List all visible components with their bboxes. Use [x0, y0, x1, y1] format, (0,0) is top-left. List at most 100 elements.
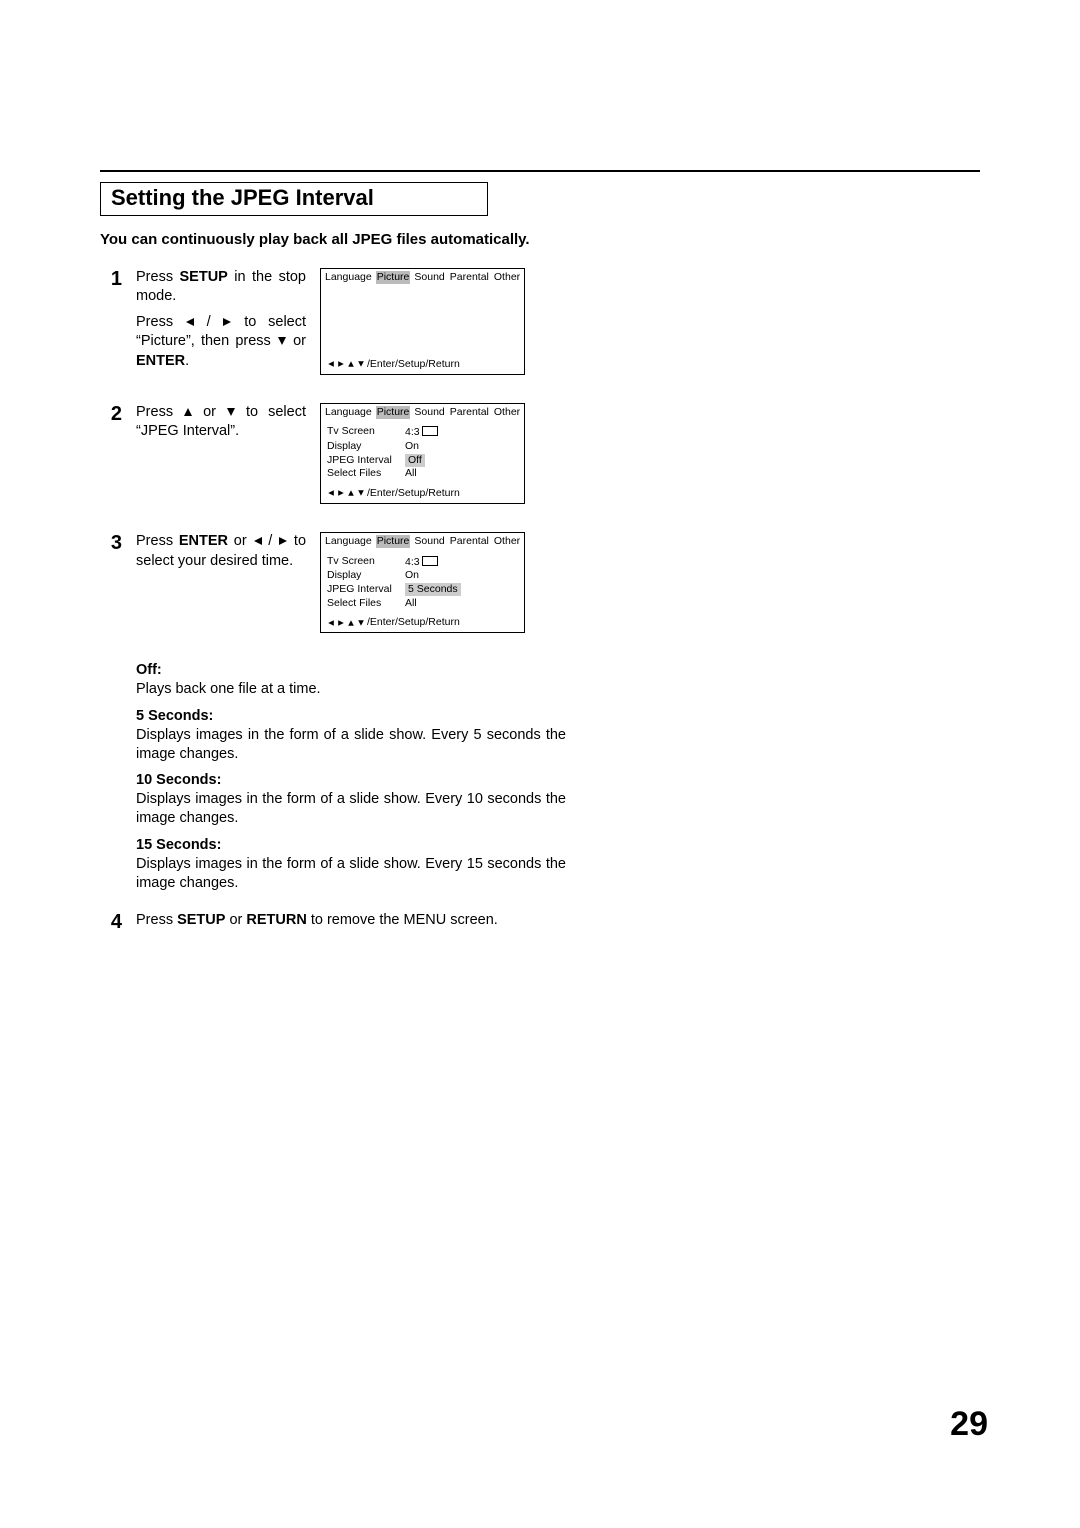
- aspect-box-icon: [422, 426, 438, 436]
- osd-label: Tv Screen: [327, 555, 397, 569]
- button-label-enter: ENTER: [136, 353, 185, 369]
- text: Press: [136, 912, 177, 928]
- tab-parental: Parental: [449, 271, 490, 284]
- text: or: [225, 912, 246, 928]
- arrow-right-icon: [223, 318, 231, 326]
- option-15s-body: Displays images in the form of a slide s…: [136, 855, 566, 893]
- osd-value: All: [405, 597, 417, 610]
- section-title-box: Setting the JPEG Interval: [100, 182, 488, 216]
- osd-body: [321, 286, 524, 356]
- osd-footer: /Enter/Setup/Return: [321, 614, 524, 632]
- tab-other: Other: [493, 271, 521, 284]
- tab-picture: Picture: [376, 406, 411, 419]
- arrow-up-icon: [348, 620, 354, 626]
- interval-options: Off: Plays back one file at a time. 5 Se…: [136, 661, 566, 892]
- arrow-left-icon: [328, 491, 334, 497]
- intro-text: You can continuously play back all JPEG …: [100, 230, 580, 250]
- osd-label: JPEG Interval: [327, 583, 397, 596]
- text: Press: [136, 533, 179, 549]
- osd-footer: /Enter/Setup/Return: [321, 356, 524, 374]
- osd-value-selected: Off: [405, 454, 425, 467]
- option-10s-title: 10 Seconds:: [136, 771, 566, 790]
- arrow-up-icon: [348, 361, 354, 367]
- step-body: Press SETUP or RETURN to remove the MENU…: [136, 911, 580, 931]
- osd-screen-3: Language Picture Sound Parental Other Tv…: [320, 532, 525, 633]
- tab-sound: Sound: [413, 271, 445, 284]
- step-body: Press SETUP in the stop mode. Press / to…: [136, 268, 306, 372]
- osd-row: Display On: [327, 440, 518, 453]
- arrow-right-icon: [338, 491, 344, 497]
- step-number: 4: [100, 911, 122, 934]
- osd-value: 4:3: [405, 555, 438, 569]
- text: or: [228, 533, 252, 549]
- osd-row: Tv Screen 4:3: [327, 555, 518, 569]
- tab-language: Language: [324, 406, 373, 419]
- step-number: 3: [100, 532, 122, 555]
- osd-label: Select Files: [327, 597, 397, 610]
- text: Press: [136, 269, 180, 285]
- osd-value: 4:3: [405, 425, 438, 439]
- slash: /: [195, 314, 223, 330]
- osd-row: Display On: [327, 569, 518, 582]
- button-label-setup: SETUP: [177, 912, 225, 928]
- arrow-down-icon: [358, 620, 364, 626]
- osd-body: Tv Screen4:3 DisplayOn JPEG IntervalOff …: [321, 421, 524, 485]
- osd-tabs: Language Picture Sound Parental Other: [321, 404, 524, 421]
- osd-body: Tv Screen 4:3 Display On JPEG Interval 5 Se…: [321, 550, 524, 614]
- arrow-right-icon: [338, 620, 344, 626]
- osd-value: On: [405, 569, 419, 582]
- tab-picture: Picture: [376, 271, 411, 284]
- arrow-left-icon: [328, 361, 334, 367]
- content-column: Setting the JPEG Interval You can contin…: [100, 172, 580, 934]
- step-number: 2: [100, 403, 122, 426]
- osd-row: JPEG Interval Off: [327, 454, 518, 467]
- osd-screen-2: Language Picture Sound Parental Other Tv…: [320, 403, 525, 504]
- option-5s-title: 5 Seconds:: [136, 707, 566, 726]
- step-2: 2 Press or to select “JPEG Interval”. La…: [100, 403, 580, 504]
- aspect-box-icon: [422, 556, 438, 566]
- text: Press: [136, 314, 185, 330]
- tab-other: Other: [493, 406, 521, 419]
- tab-language: Language: [324, 271, 373, 284]
- button-label-return: RETURN: [246, 912, 306, 928]
- osd-tabs: Language Picture Sound Parental Other: [321, 269, 524, 286]
- tab-sound: Sound: [413, 406, 445, 419]
- text: or: [287, 333, 306, 349]
- osd-row: Tv Screen4:3: [327, 425, 518, 439]
- option-10s-body: Displays images in the form of a slide s…: [136, 790, 566, 828]
- arrow-right-icon: [279, 537, 287, 545]
- arrow-down-icon: [278, 337, 286, 345]
- option-5s-body: Displays images in the form of a slide s…: [136, 726, 566, 764]
- osd-label: Select Files: [327, 467, 397, 480]
- osd-row: JPEG Interval 5 Seconds: [327, 583, 518, 596]
- option-off-title: Off:: [136, 661, 566, 680]
- step-number: 1: [100, 268, 122, 291]
- osd-value: On: [405, 440, 419, 453]
- tab-parental: Parental: [449, 406, 490, 419]
- option-15s-title: 15 Seconds:: [136, 836, 566, 855]
- period: .: [185, 353, 189, 369]
- tab-picture: Picture: [376, 535, 411, 548]
- osd-value: All: [405, 467, 417, 480]
- osd-footer-text: /Enter/Setup/Return: [367, 358, 460, 371]
- osd-value-selected: 5 Seconds: [405, 583, 461, 596]
- osd-label: JPEG Interval: [327, 454, 397, 467]
- osd-label: Display: [327, 569, 397, 582]
- osd-label: Display: [327, 440, 397, 453]
- arrow-down-icon: [358, 361, 364, 367]
- osd-row: Select Files All: [327, 467, 518, 480]
- manual-page: Setting the JPEG Interval You can contin…: [0, 0, 1080, 1528]
- arrow-left-icon: [254, 537, 262, 545]
- text: or: [193, 404, 226, 420]
- section-title: Setting the JPEG Interval: [111, 185, 374, 210]
- arrow-left-icon: [328, 620, 334, 626]
- arrow-left-icon: [186, 318, 194, 326]
- button-label-enter: ENTER: [179, 533, 228, 549]
- step-body: Press ENTER or / to select your desired …: [136, 532, 306, 571]
- page-number: 29: [950, 1405, 988, 1444]
- button-label-setup: SETUP: [180, 269, 228, 285]
- step-body: Press or to select “JPEG Interval”.: [136, 403, 306, 442]
- osd-footer-text: /Enter/Setup/Return: [367, 616, 460, 629]
- text: to remove the MENU screen.: [307, 912, 498, 928]
- osd-footer: /Enter/Setup/Return: [321, 485, 524, 503]
